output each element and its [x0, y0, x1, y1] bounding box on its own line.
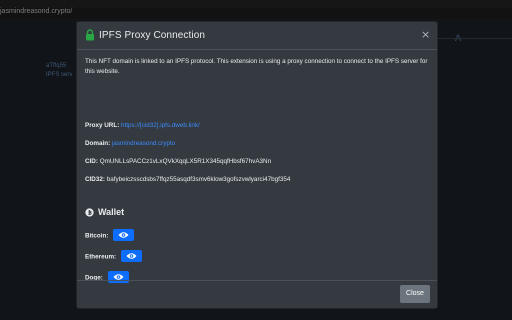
background-left-text: aTffq55 IPFS serv — [46, 62, 72, 80]
intro-text: This NFT domain is linked to an IPFS pro… — [85, 58, 428, 75]
domain-row: Domain: jasmindreasond.crypto — [85, 140, 175, 147]
ipfs-proxy-modal: IPFS Proxy Connection × This NFT domain … — [76, 21, 438, 309]
close-button[interactable]: Close — [400, 285, 430, 303]
close-icon[interactable]: × — [421, 29, 430, 41]
background-text-line: aTffq55 — [46, 63, 67, 69]
background-text-line: IPFS serv — [46, 72, 73, 78]
proxy-url-label: Proxy URL: — [85, 122, 122, 129]
cid-label: CID: — [85, 158, 100, 165]
wallet-heading-text: Wallet — [98, 207, 125, 217]
wallet-row-ethereum: Ethereum: — [85, 250, 142, 263]
proxy-url-link[interactable]: https://[cid32].ipfs.dweb.link/ — [121, 122, 200, 129]
show-bitcoin-button[interactable] — [113, 229, 135, 241]
wallet-label: Ethereum: — [85, 253, 118, 261]
lock-icon — [86, 29, 94, 41]
domain-link[interactable]: jasmindreasond.crypto — [112, 140, 175, 147]
wallet-label: Bitcoin: — [85, 232, 111, 240]
coin-icon — [85, 207, 94, 217]
show-ethereum-button[interactable] — [120, 250, 142, 262]
background-divider — [438, 38, 512, 39]
eye-icon — [126, 253, 137, 259]
domain-label: Domain: — [85, 140, 112, 147]
cid32-row: CID32: bafybeiczsscdsbs7ffqz55asqdf3smv6… — [85, 176, 290, 183]
address-bar[interactable] — [0, 8, 512, 19]
cid32-label: CID32: — [85, 176, 107, 183]
cid-row: CID: QmUNLLsPACCz1vLxQVkXqqLX5R1X345qqfH… — [85, 158, 271, 165]
modal-title: IPFS Proxy Connection — [99, 30, 206, 41]
proxy-url-row: Proxy URL: https://[cid32].ipfs.dweb.lin… — [85, 122, 200, 129]
eye-icon — [118, 232, 129, 238]
cid32-value: bafybeiczsscdsbs7ffqz55asqdf3smv6klow3go… — [106, 176, 291, 183]
address-text: jasmindreasond.crypto/ — [0, 8, 73, 15]
wallet-row-bitcoin: Bitcoin: — [85, 229, 135, 242]
modal-footer: Close — [77, 280, 437, 309]
wallet-heading: Wallet — [85, 207, 124, 217]
cid-value: QmUNLLsPACCz1vLxQVkXqqLX5R1X345qqfHbsf67… — [99, 158, 272, 165]
modal-header: IPFS Proxy Connection × — [77, 22, 437, 50]
